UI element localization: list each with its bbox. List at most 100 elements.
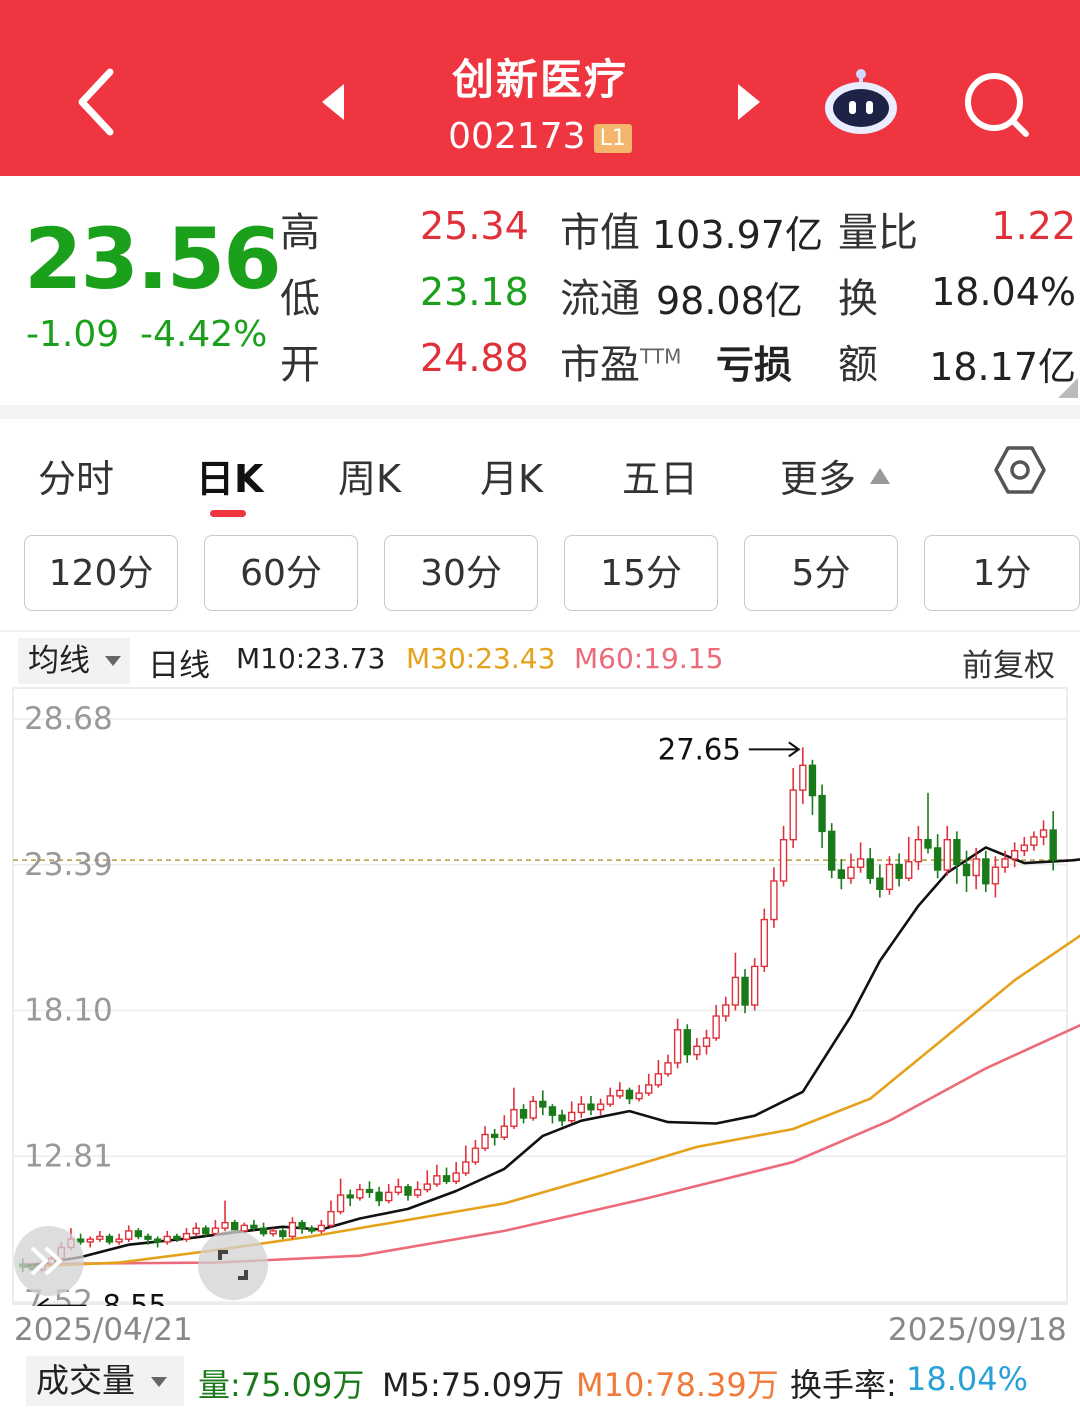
volume-m10: M10:78.39万 — [576, 1366, 779, 1404]
open-value: 24.88 — [420, 336, 529, 380]
candle-body — [856, 858, 865, 868]
float-cap-label: 流通 — [560, 276, 640, 322]
candle-body — [616, 1089, 624, 1097]
candle-body — [105, 1235, 114, 1243]
ma60-label: M60:19.15 — [574, 642, 724, 675]
turnover-rate-value: 18.04% — [906, 1360, 1029, 1398]
candle-body — [134, 1230, 143, 1238]
price-change-percent: -4.42% — [140, 314, 268, 355]
candle-body — [346, 1194, 354, 1199]
candle-body — [250, 1224, 258, 1229]
period-15min-button[interactable]: 15分 — [564, 535, 718, 611]
section-divider — [0, 405, 1080, 419]
price-change: -1.09 — [26, 314, 120, 355]
fullscreen-button[interactable] — [198, 1230, 268, 1300]
candle-body — [808, 764, 817, 797]
volume-dropdown-label: 成交量 — [36, 1361, 135, 1400]
stock-code-row: 002173 L1 — [0, 116, 1080, 157]
candle-body — [895, 863, 903, 879]
candle-body — [1001, 858, 1009, 868]
chart-frame — [12, 687, 1068, 1305]
candle-body — [327, 1210, 335, 1227]
ma10-label: M10:23.73 — [236, 642, 386, 675]
candle-body — [924, 838, 932, 849]
candle-body — [712, 1015, 720, 1039]
open-label: 开 — [280, 342, 320, 388]
tab-monthly-k[interactable]: 月K — [480, 448, 543, 503]
pe-value: 亏损 — [716, 343, 793, 387]
volume-m5: M5:75.09万 — [382, 1366, 565, 1404]
candle-body — [876, 877, 884, 890]
turnover-label: 换 — [838, 276, 878, 322]
volume-value: 量:75.09万 — [198, 1366, 365, 1404]
candle-body — [722, 1004, 730, 1017]
candle-body — [539, 1100, 547, 1108]
kline-chart[interactable]: 28.6823.3918.1012.817.52 27.658.55 — [0, 686, 1080, 1306]
candle-body — [770, 880, 778, 921]
low-value: 23.18 — [420, 270, 529, 314]
pe-label: 市盈TTM — [560, 342, 682, 388]
tab-intraday[interactable]: 分时 — [38, 448, 114, 503]
candle-body — [442, 1175, 451, 1183]
chart-settings-button[interactable] — [994, 444, 1046, 500]
candle-body — [394, 1186, 403, 1194]
level-badge: L1 — [593, 123, 632, 153]
stock-name: 创新医疗 — [451, 55, 628, 104]
candle-body — [568, 1111, 576, 1122]
candle-body — [693, 1045, 701, 1056]
ma-dropdown-label: 均线 — [28, 643, 90, 679]
volume-indicator-dropdown[interactable]: 成交量 — [26, 1356, 184, 1406]
ai-assistant-button[interactable] — [822, 66, 900, 138]
candle-body — [423, 1183, 431, 1191]
y-tick-label: 28.68 — [24, 701, 113, 737]
expand-corner-icon[interactable] — [1058, 378, 1078, 402]
candle-body — [982, 858, 990, 885]
search-button[interactable] — [962, 70, 1032, 140]
active-tab-indicator — [210, 510, 246, 517]
candle-body — [702, 1037, 711, 1048]
float-cap-value: 98.08亿 — [656, 279, 803, 323]
ma30-label: M30:23.43 — [406, 642, 556, 675]
amount-value: 18.17亿 — [929, 345, 1076, 389]
tab-five-day[interactable]: 五日 — [622, 448, 698, 503]
candle-body — [433, 1175, 441, 1185]
candle-body — [288, 1221, 297, 1238]
amount-label: 额 — [838, 342, 878, 388]
tab-weekly-k[interactable]: 周K — [338, 448, 401, 503]
price-adjust-button[interactable]: 前复权 — [962, 640, 1055, 685]
next-stock-button[interactable] — [734, 82, 764, 126]
candle-body — [163, 1235, 171, 1243]
period-5min-button[interactable]: 5分 — [744, 535, 898, 611]
candle-body — [683, 1029, 691, 1056]
period-120min-button[interactable]: 120分 — [24, 535, 178, 611]
candle-body — [799, 764, 807, 791]
candle-body — [933, 847, 942, 871]
candle-body — [606, 1095, 614, 1105]
candle-body — [500, 1125, 508, 1138]
candle-body — [991, 866, 1000, 885]
candle-body — [144, 1235, 152, 1240]
robot-icon — [825, 69, 897, 134]
candle-body — [625, 1089, 634, 1100]
tab-daily-k[interactable]: 日K — [196, 448, 263, 503]
candle-body — [519, 1108, 528, 1119]
start-date-label: 2025/04/21 — [14, 1312, 193, 1348]
period-30min-button[interactable]: 30分 — [384, 535, 538, 611]
settings-hexagon-icon — [994, 446, 1046, 494]
period-60min-button[interactable]: 60分 — [204, 535, 358, 611]
candle-body — [654, 1073, 663, 1086]
candle-body — [972, 858, 980, 877]
candle-body — [558, 1114, 566, 1122]
period-1min-button[interactable]: 1分 — [924, 535, 1080, 611]
scroll-left-button[interactable] — [14, 1226, 84, 1296]
tab-more[interactable]: 更多 — [780, 448, 892, 503]
candle-body — [731, 976, 740, 1006]
low-label: 低 — [280, 276, 320, 322]
ma-dropdown[interactable]: 均线 — [18, 638, 130, 684]
volume-ratio-label: 量比 — [838, 210, 918, 256]
candle-body — [837, 869, 846, 879]
candle-body — [1010, 849, 1019, 860]
candle-body — [356, 1188, 364, 1199]
candle-body — [529, 1100, 537, 1119]
triangle-down-icon — [150, 1377, 167, 1387]
